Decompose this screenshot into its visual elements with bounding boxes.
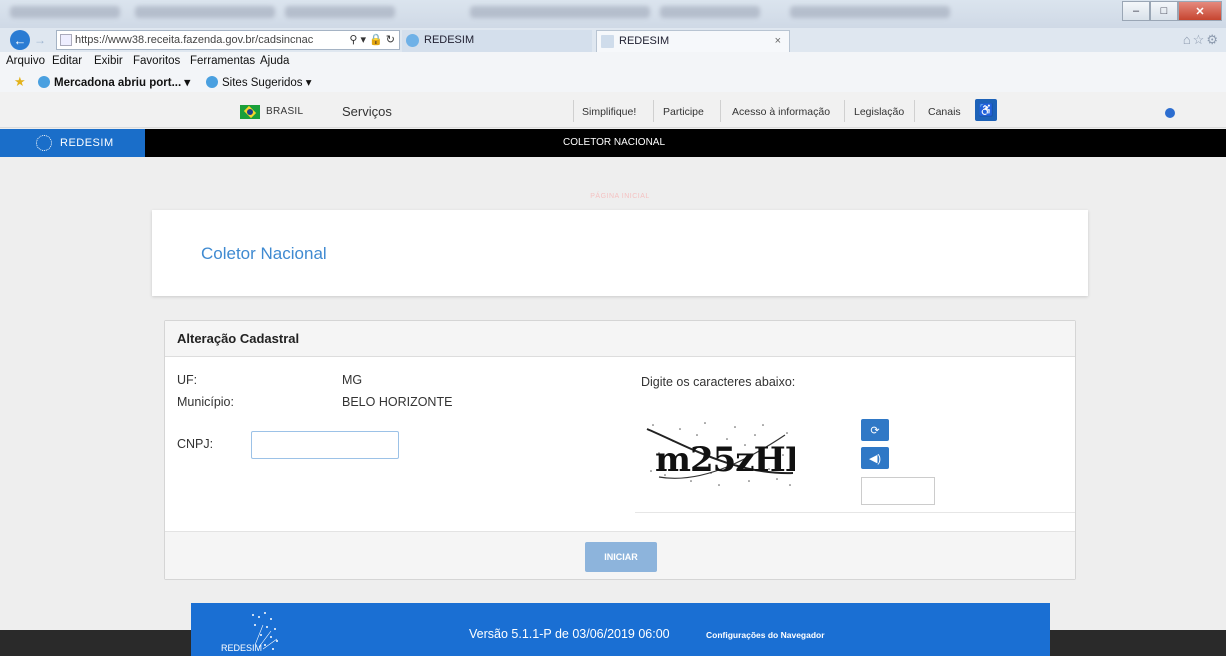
iniciar-button[interactable]: INICIAR xyxy=(585,542,657,572)
search-lock-refresh-icons[interactable]: ⚲ ▾ 🔒 ↻ xyxy=(349,31,395,49)
ie-page-icon xyxy=(206,76,218,88)
redesim-spark-icon xyxy=(36,135,52,151)
link-acesso-informacao[interactable]: Acesso à informação xyxy=(732,106,830,118)
brazil-flag-icon xyxy=(240,105,260,119)
servicos-link[interactable]: Serviços xyxy=(342,104,392,119)
cnpj-label: CNPJ: xyxy=(177,437,214,451)
form-title: Alteração Cadastral xyxy=(177,331,300,346)
cnpj-input[interactable] xyxy=(251,431,399,459)
tab-label: REDESIM xyxy=(619,35,670,47)
menu-ferramentas[interactable]: Ferramentas xyxy=(190,55,255,67)
tab-redesim-1[interactable]: REDESIM xyxy=(402,30,592,52)
accessibility-icon[interactable]: ♿ xyxy=(975,99,997,121)
breadcrumb[interactable]: PÁGINA INICIAL xyxy=(540,193,700,200)
form-header: Alteração Cadastral xyxy=(165,321,1075,357)
divider xyxy=(844,100,845,122)
divider xyxy=(720,100,721,122)
menu-arquivo[interactable]: Arquivo xyxy=(6,55,45,67)
captcha-input[interactable] xyxy=(861,477,935,505)
link-canais[interactable]: Canais xyxy=(928,106,961,118)
divider xyxy=(573,100,574,122)
close-window-button[interactable]: ✕ xyxy=(1178,1,1222,21)
redesim-logo-text: REDESIM xyxy=(60,137,114,149)
forward-icon[interactable]: → xyxy=(34,33,50,47)
address-row: ← → https://www38.receita.fazenda.gov.br… xyxy=(0,28,1226,52)
captcha-text: m25zHD xyxy=(655,440,795,480)
url-text: https://www38.receita.fazenda.gov.br/cad… xyxy=(75,34,314,46)
tab-favicon-icon xyxy=(601,35,614,48)
page-favicon-icon xyxy=(60,34,72,46)
redesim-header: REDESIM COLETOR NACIONAL xyxy=(0,129,1226,157)
menu-ajuda[interactable]: Ajuda xyxy=(260,55,289,67)
refresh-captcha-icon[interactable]: ⟳ xyxy=(861,419,889,441)
home-star-gear-icons[interactable]: ⌂☆⚙ xyxy=(1183,32,1220,48)
footer-logo-text: REDESIM xyxy=(221,643,262,653)
menu-editar[interactable]: Editar xyxy=(52,55,82,67)
maximize-button[interactable]: □ xyxy=(1150,1,1178,21)
redesim-logo[interactable]: REDESIM xyxy=(0,129,145,157)
ie-page-icon xyxy=(38,76,50,88)
alteracao-cadastral-form: Alteração Cadastral UF: MG Município: BE… xyxy=(164,320,1076,580)
minimize-button[interactable]: – xyxy=(1122,1,1150,21)
divider xyxy=(914,100,915,122)
link-participe[interactable]: Participe xyxy=(663,106,704,118)
menu-exibir[interactable]: Exibir xyxy=(94,55,123,67)
page-heading-card: Coletor Nacional xyxy=(152,210,1088,296)
uf-value: MG xyxy=(342,373,363,387)
address-bar[interactable]: https://www38.receita.fazenda.gov.br/cad… xyxy=(56,30,400,50)
captcha-area: m25zHD ⟳ ◀) xyxy=(635,403,1075,513)
form-footer: INICIAR xyxy=(165,531,1075,579)
favorites-star-icon[interactable]: ★ xyxy=(14,74,26,90)
window-titlebar: – □ ✕ xyxy=(0,0,1226,28)
version-text: Versão 5.1.1-P de 03/06/2019 06:00 xyxy=(469,627,670,641)
back-icon[interactable]: ← xyxy=(10,30,30,50)
gov-barra-brasil: BRASIL Serviços Simplifique! Participe A… xyxy=(0,92,1226,128)
link-simplifique[interactable]: Simplifique! xyxy=(582,106,636,118)
tab-favicon-icon xyxy=(406,34,419,47)
uf-label: UF: xyxy=(177,373,198,387)
captcha-image: m25zHD xyxy=(645,415,795,491)
favorite-sites-sugeridos[interactable]: Sites Sugeridos ▾ xyxy=(222,75,312,89)
browser-config-link[interactable]: Configurações do Navegador xyxy=(706,630,825,640)
help-icon[interactable] xyxy=(1165,108,1175,118)
tab-close-icon[interactable]: × xyxy=(775,31,781,51)
page-title: Coletor Nacional xyxy=(201,244,327,263)
favorites-bar: ★ Mercadona abriu port... ▾ Sites Sugeri… xyxy=(0,72,1226,92)
municipio-label: Município: xyxy=(177,395,234,409)
header-title: COLETOR NACIONAL xyxy=(562,137,666,148)
tab-label: REDESIM xyxy=(424,34,475,46)
brasil-link[interactable]: BRASIL xyxy=(266,106,303,117)
municipio-value: BELO HORIZONTE xyxy=(342,395,453,409)
link-legislacao[interactable]: Legislação xyxy=(854,106,904,118)
redesim-footer-logo: REDESIM xyxy=(221,612,278,653)
footer: REDESIM Versão 5.1.1-P de 03/06/2019 06:… xyxy=(191,603,1050,656)
divider xyxy=(653,100,654,122)
audio-captcha-icon[interactable]: ◀) xyxy=(861,447,889,469)
captcha-prompt: Digite os caracteres abaixo: xyxy=(641,375,796,389)
menu-bar: Arquivo Editar Exibir Favoritos Ferramen… xyxy=(0,52,1226,72)
tab-redesim-2[interactable]: REDESIM × xyxy=(596,30,790,52)
favorite-mercadona[interactable]: Mercadona abriu port... ▾ xyxy=(54,75,190,89)
menu-favoritos[interactable]: Favoritos xyxy=(133,55,180,67)
